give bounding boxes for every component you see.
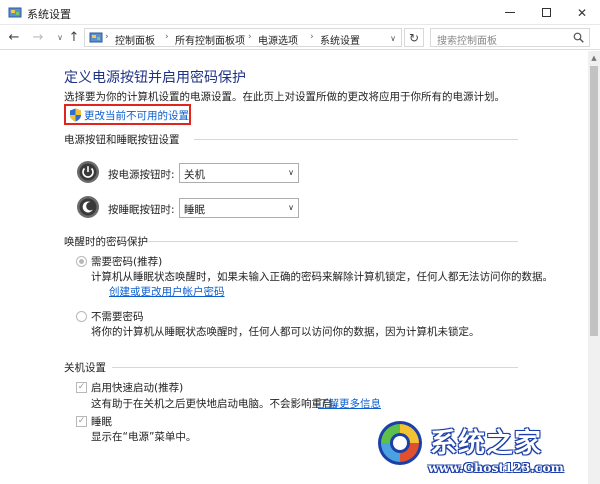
breadcrumb-system-settings[interactable]: 系统设置 — [320, 32, 360, 47]
fast-startup-desc: 这有助于在关机之后更快地启动电脑。不会影响重启。 — [91, 398, 343, 410]
create-change-password-link[interactable]: 创建或更改用户帐户密码 — [109, 284, 225, 299]
no-password-label: 不需要密码 — [91, 311, 144, 323]
maximize-button[interactable] — [528, 0, 564, 25]
require-password-desc: 计算机从睡眠状态唤醒时，如果未输入正确的密码来解除计算机锁定，任何人都无法访问你… — [91, 271, 553, 283]
title-bar: 系统设置 ✕ — [0, 0, 600, 25]
chevron-down-icon: ∨ — [288, 203, 294, 212]
sleep-label: 睡眠 — [91, 416, 112, 428]
power-section-title: 电源按钮和睡眠按钮设置 — [64, 134, 180, 146]
watermark: 系统之家 www.Ghost123.com — [372, 415, 600, 484]
require-password-label: 需要密码(推荐) — [91, 256, 163, 268]
power-button-label: 按电源按钮时: — [108, 169, 175, 181]
search-input[interactable]: 搜索控制面板 — [430, 28, 590, 47]
scrollbar-thumb[interactable] — [590, 66, 598, 336]
control-panel-icon — [89, 32, 103, 43]
sleep-button-action-select[interactable]: 睡眠 ∨ — [179, 198, 299, 218]
minimize-button[interactable] — [492, 0, 528, 25]
sleep-button-label: 按睡眠按钮时: — [108, 204, 175, 216]
fast-startup-checkbox[interactable]: ✓ — [76, 382, 87, 393]
power-button-action-value: 关机 — [184, 169, 205, 181]
shutdown-section-title: 关机设置 — [64, 362, 106, 374]
window-title: 系统设置 — [27, 8, 71, 21]
refresh-button[interactable]: ↻ — [404, 28, 424, 47]
up-button[interactable]: ↑ — [66, 29, 82, 46]
learn-more-link[interactable]: 了解更多信息 — [318, 396, 381, 411]
watermark-url: www.Ghost123.com — [428, 460, 564, 475]
power-button-action-select[interactable]: 关机 ∨ — [179, 163, 299, 183]
chevron-down-icon: ∨ — [288, 168, 294, 177]
wake-password-section-title: 唤醒时的密码保护 — [64, 236, 148, 248]
breadcrumb-control-panel[interactable]: 控制面板 — [115, 32, 155, 47]
intro-text: 选择要为你的计算机设置的电源设置。在此页上对设置所做的更改将应用于你所有的电源计… — [64, 91, 505, 103]
control-panel-icon — [8, 7, 22, 18]
no-password-desc: 将你的计算机从睡眠状态唤醒时，任何人都可以访问你的数据，因为计算机未锁定。 — [91, 326, 480, 338]
no-password-radio[interactable] — [76, 311, 87, 322]
section-divider — [194, 139, 518, 140]
radio-selected-dot — [79, 259, 84, 264]
close-button[interactable]: ✕ — [564, 0, 600, 25]
minimize-icon — [505, 12, 515, 13]
require-password-radio[interactable] — [76, 256, 87, 267]
sleep-checkbox[interactable]: ✓ — [76, 416, 87, 427]
breadcrumb-power-options[interactable]: 电源选项 — [258, 32, 298, 47]
back-button[interactable]: ← — [6, 29, 22, 46]
breadcrumb-separator: › — [165, 32, 169, 42]
watermark-logo-icon — [378, 421, 422, 465]
section-divider — [148, 241, 518, 242]
search-icon — [573, 32, 584, 43]
search-placeholder: 搜索控制面板 — [437, 36, 497, 47]
sleep-button-action-value: 睡眠 — [184, 204, 205, 216]
forward-button[interactable]: → — [30, 29, 46, 46]
breadcrumb-separator: › — [105, 32, 109, 42]
scroll-up-icon[interactable]: ▲ — [588, 52, 600, 64]
address-bar[interactable]: › 控制面板 › 所有控制面板项 › 电源选项 › 系统设置 — [84, 28, 402, 47]
fast-startup-label: 启用快速启动(推荐) — [91, 382, 184, 394]
sleep-button-icon — [77, 196, 99, 218]
watermark-title: 系统之家 — [430, 428, 542, 459]
power-button-icon — [77, 161, 99, 183]
change-unavailable-settings-link[interactable]: 更改当前不可用的设置 — [64, 104, 191, 125]
sleep-desc: 显示在“电源”菜单中。 — [91, 431, 197, 443]
page-title: 定义电源按钮并启用密码保护 — [64, 70, 246, 86]
breadcrumb-separator: › — [248, 32, 252, 42]
address-dropdown-button[interactable]: ∨ — [386, 32, 400, 44]
section-divider — [112, 367, 518, 368]
uac-shield-icon — [70, 108, 81, 122]
breadcrumb-all-items[interactable]: 所有控制面板项 — [175, 32, 245, 47]
breadcrumb-separator: › — [310, 32, 314, 42]
maximize-icon — [541, 8, 551, 17]
change-link-label: 更改当前不可用的设置 — [84, 110, 189, 122]
